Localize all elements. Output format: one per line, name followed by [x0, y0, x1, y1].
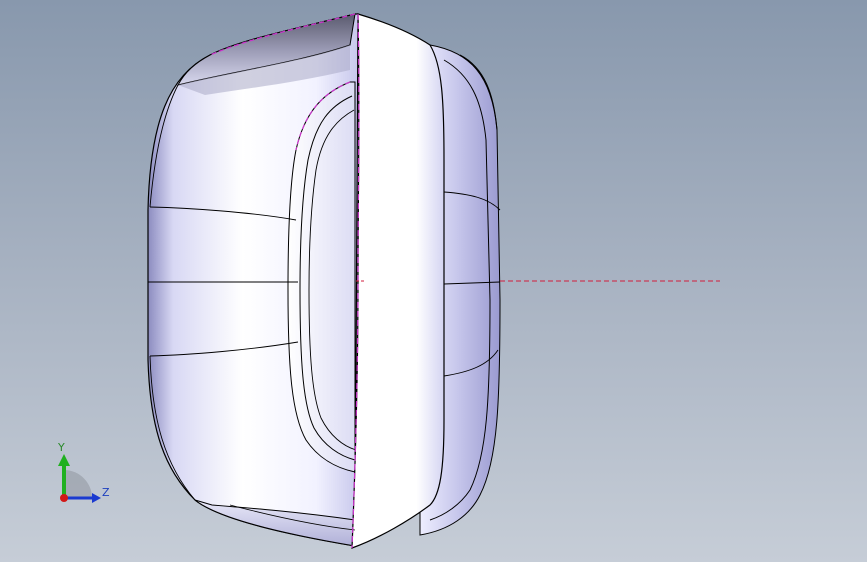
triad-z-arrow-icon — [92, 493, 101, 503]
triad-y-label: Y — [58, 441, 65, 454]
triad-z-label: Z — [102, 486, 110, 499]
front-flange-face — [351, 13, 445, 549]
triad-graphic — [58, 454, 101, 503]
reference-triad[interactable]: Y Z — [44, 440, 124, 510]
graphics-viewport[interactable]: Y Z — [0, 0, 867, 562]
triad-x-axis-dot — [60, 494, 68, 502]
triad-quarter-disc — [64, 470, 92, 498]
ring-part-model[interactable] — [0, 0, 867, 562]
triad-y-arrow-icon — [58, 454, 70, 466]
